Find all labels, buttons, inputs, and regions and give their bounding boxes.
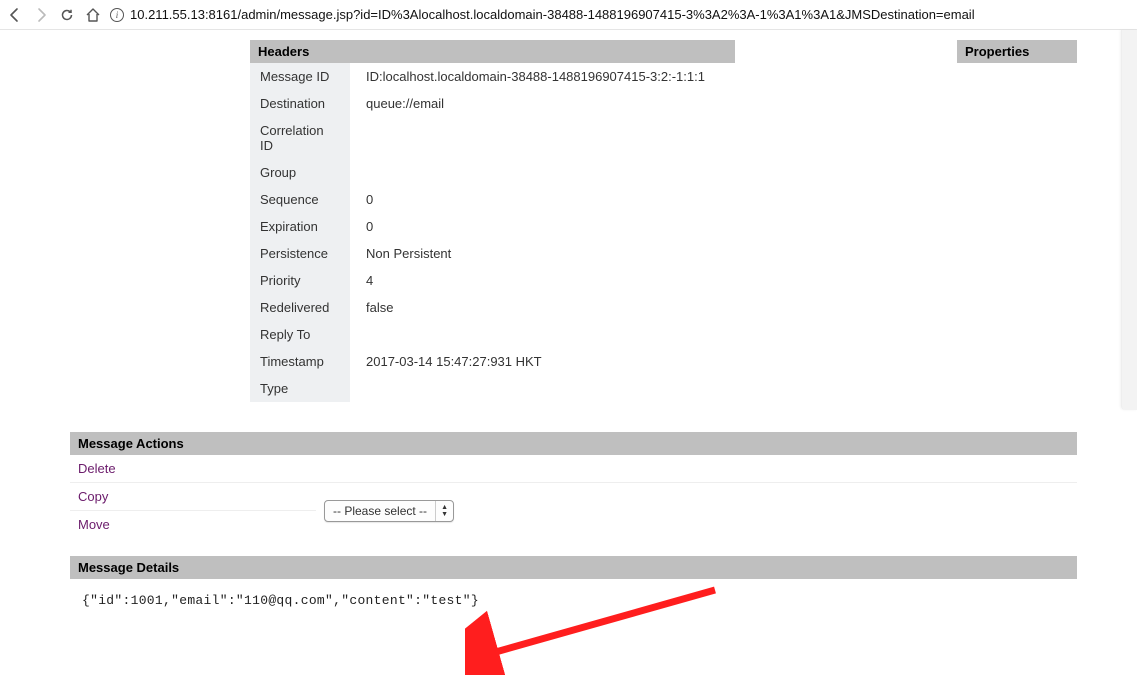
header-label: Destination bbox=[250, 90, 350, 117]
header-value bbox=[350, 375, 730, 402]
header-label: Type bbox=[250, 375, 350, 402]
header-value: false bbox=[350, 294, 730, 321]
table-row: Redeliveredfalse bbox=[250, 294, 730, 321]
copy-link[interactable]: Copy bbox=[78, 489, 308, 504]
header-value: 0 bbox=[350, 213, 730, 240]
header-value: 4 bbox=[350, 267, 730, 294]
table-row: Sequence0 bbox=[250, 186, 730, 213]
header-label: Correlation ID bbox=[250, 117, 350, 159]
destination-select-value: -- Please select -- bbox=[325, 504, 435, 518]
site-info-icon[interactable]: i bbox=[110, 8, 124, 22]
header-value: queue://email bbox=[350, 90, 730, 117]
header-value: Non Persistent bbox=[350, 240, 730, 267]
table-row: Message IDID:localhost.localdomain-38488… bbox=[250, 63, 730, 90]
chevron-up-down-icon: ▲▼ bbox=[435, 501, 453, 521]
header-label: Timestamp bbox=[250, 348, 350, 375]
url-text: 10.211.55.13:8161/admin/message.jsp?id=I… bbox=[130, 7, 975, 22]
header-value: 2017-03-14 15:47:27:931 HKT bbox=[350, 348, 730, 375]
table-row: Reply To bbox=[250, 321, 730, 348]
header-label: Priority bbox=[250, 267, 350, 294]
home-button[interactable] bbox=[84, 6, 102, 24]
page-content: Headers Properties Message IDID:localhos… bbox=[0, 30, 1137, 642]
table-row: Destinationqueue://email bbox=[250, 90, 730, 117]
headers-section-title: Headers bbox=[250, 40, 735, 63]
table-row: Timestamp2017-03-14 15:47:27:931 HKT bbox=[250, 348, 730, 375]
destination-select[interactable]: -- Please select -- ▲▼ bbox=[324, 500, 454, 522]
properties-section-title: Properties bbox=[957, 40, 1077, 63]
message-body: {"id":1001,"email":"110@qq.com","content… bbox=[70, 579, 1077, 622]
header-label: Message ID bbox=[250, 63, 350, 90]
header-label: Persistence bbox=[250, 240, 350, 267]
header-value bbox=[350, 321, 730, 348]
table-row: Priority4 bbox=[250, 267, 730, 294]
header-label: Expiration bbox=[250, 213, 350, 240]
message-details-title: Message Details bbox=[70, 556, 1077, 579]
table-row: Correlation ID bbox=[250, 117, 730, 159]
back-button[interactable] bbox=[6, 6, 24, 24]
header-value: 0 bbox=[350, 186, 730, 213]
table-row: Expiration0 bbox=[250, 213, 730, 240]
header-value bbox=[350, 117, 730, 159]
header-label: Sequence bbox=[250, 186, 350, 213]
delete-link[interactable]: Delete bbox=[78, 461, 308, 476]
forward-button[interactable] bbox=[32, 6, 50, 24]
header-value bbox=[350, 159, 730, 186]
header-label: Redelivered bbox=[250, 294, 350, 321]
message-actions-table: Delete Copy -- Please select -- ▲▼ Move bbox=[70, 455, 1077, 538]
address-bar[interactable]: i 10.211.55.13:8161/admin/message.jsp?id… bbox=[110, 7, 1131, 22]
header-label: Reply To bbox=[250, 321, 350, 348]
reload-button[interactable] bbox=[58, 6, 76, 24]
header-label: Group bbox=[250, 159, 350, 186]
message-actions-title: Message Actions bbox=[70, 432, 1077, 455]
table-row: PersistenceNon Persistent bbox=[250, 240, 730, 267]
table-row: Group bbox=[250, 159, 730, 186]
move-link[interactable]: Move bbox=[78, 517, 308, 532]
headers-table: Message IDID:localhost.localdomain-38488… bbox=[250, 63, 730, 402]
browser-toolbar: i 10.211.55.13:8161/admin/message.jsp?id… bbox=[0, 0, 1137, 30]
table-row: Type bbox=[250, 375, 730, 402]
header-value: ID:localhost.localdomain-38488-148819690… bbox=[350, 63, 730, 90]
